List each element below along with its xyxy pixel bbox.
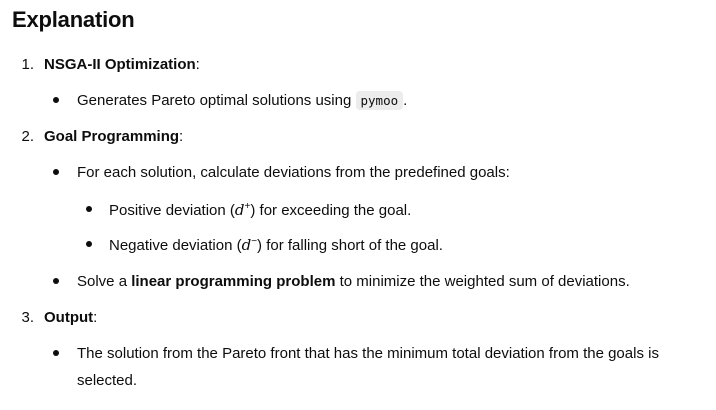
- sub-bullet-text-part: ) for exceeding the goal.: [250, 202, 412, 219]
- bullet-text-part: .: [403, 92, 408, 109]
- sub-bullet-text: Negative deviation (d−) for falling shor…: [109, 234, 443, 257]
- list-item-title-line: Output:: [44, 307, 97, 329]
- bullet-icon: [53, 97, 59, 103]
- list-item-title: Goal Programming: [44, 128, 180, 145]
- bullet-text-line-2: selected.: [77, 372, 138, 389]
- title-colon: :: [93, 309, 98, 326]
- list-item-title: NSGA-II Optimization: [44, 56, 196, 73]
- bullet-text-part: Generates Pareto optimal solutions using: [77, 92, 352, 109]
- list-number: 3.: [21, 309, 34, 326]
- list-number: 1.: [21, 56, 34, 73]
- sub-bullet-text: Positive deviation (d+) for exceeding th…: [109, 199, 411, 222]
- sub-bullet-icon: [86, 241, 92, 247]
- bullet-text-part: to minimize the weighted sum of deviatio…: [339, 273, 630, 290]
- bold-phrase: linear programming problem: [131, 273, 336, 290]
- bullet-text: Generates Pareto optimal solutions using…: [77, 90, 407, 112]
- bullet-text-line-1: The solution from the Pareto front that …: [77, 345, 659, 362]
- inline-code: pymoo: [355, 91, 404, 110]
- title-colon: :: [195, 56, 200, 73]
- bullet-icon: [53, 278, 59, 284]
- list-item-title: Output: [44, 309, 94, 326]
- sub-bullet-text-part: Negative deviation (: [109, 237, 242, 254]
- list-item-title-line: Goal Programming:: [44, 126, 183, 148]
- sub-bullet-icon: [86, 206, 92, 212]
- math-variable: d: [241, 236, 252, 254]
- explanation-document: Explanation 1. NSGA-II Optimization: Gen…: [0, 0, 716, 410]
- section-heading: Explanation: [12, 7, 135, 32]
- sub-bullet-text-part: Positive deviation (: [109, 202, 235, 219]
- list-number: 2.: [21, 128, 34, 145]
- math-variable: d: [234, 201, 245, 219]
- list-item-title-line: NSGA-II Optimization:: [44, 54, 200, 76]
- bullet-icon: [53, 350, 59, 356]
- sub-bullet-text-part: ) for falling short of the goal.: [257, 237, 443, 254]
- title-colon: :: [179, 128, 184, 145]
- bullet-text: For each solution, calculate deviations …: [77, 164, 510, 181]
- bullet-icon: [53, 169, 59, 175]
- bullet-text-part: Solve a: [77, 273, 128, 290]
- bullet-text: Solve a linear programming problem to mi…: [77, 271, 630, 293]
